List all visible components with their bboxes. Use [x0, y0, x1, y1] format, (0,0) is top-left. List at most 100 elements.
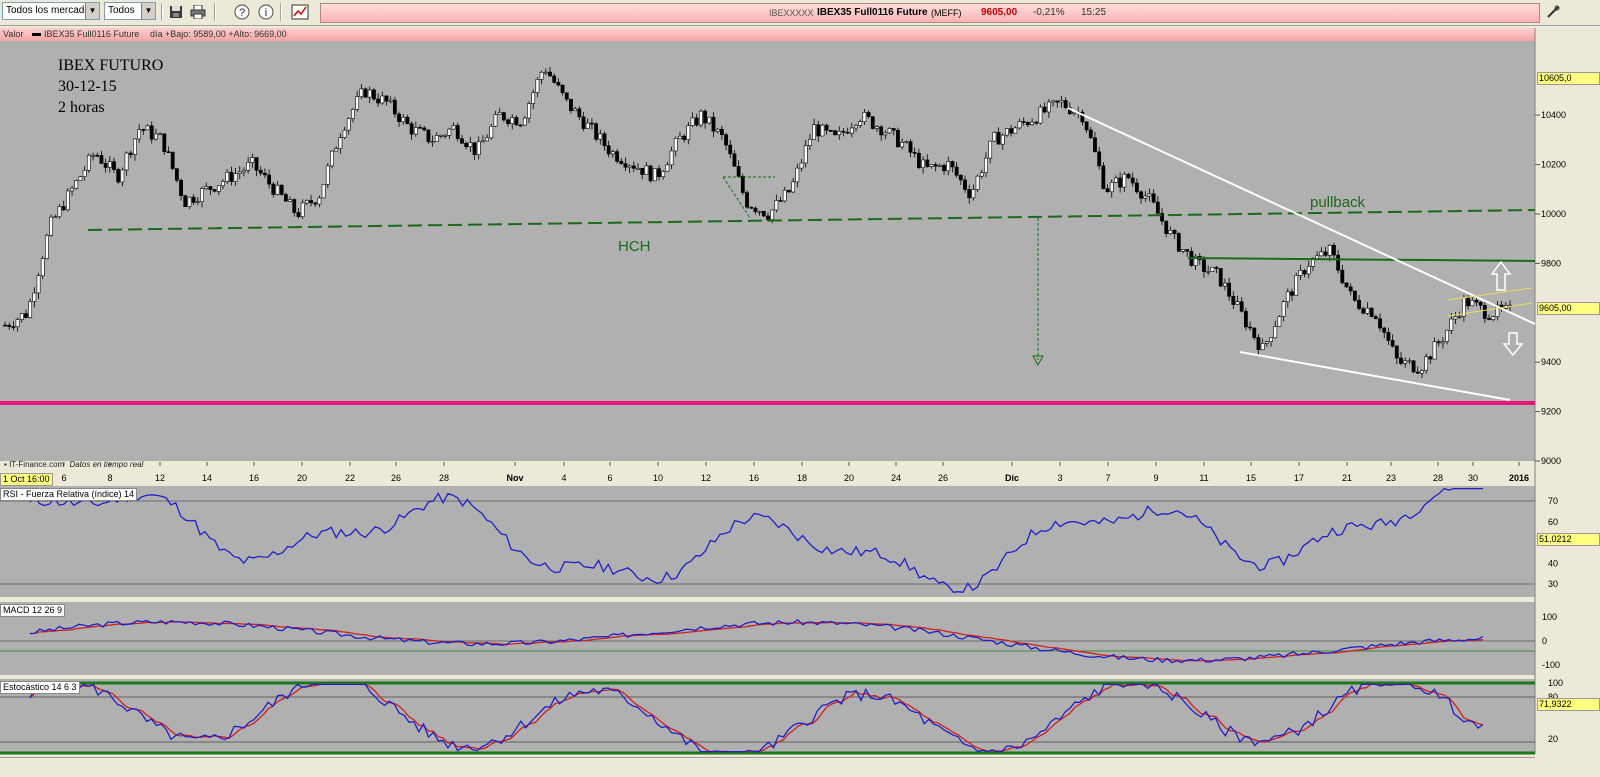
date-tick-label: 20	[844, 473, 854, 483]
candle-body	[1394, 345, 1399, 359]
candle-body	[1445, 329, 1450, 342]
candle-body	[1005, 128, 1009, 136]
macd-pane[interactable]	[0, 602, 1535, 675]
candle-body	[418, 126, 422, 129]
candle-body	[1487, 318, 1491, 320]
candle-body	[1164, 220, 1169, 235]
price-pane[interactable]	[0, 41, 1535, 461]
candle-body	[778, 200, 783, 202]
candle-body	[560, 84, 565, 94]
candle-body	[673, 138, 678, 152]
candle-body	[460, 138, 464, 144]
candle-body	[36, 275, 41, 294]
candle-body	[40, 258, 45, 277]
candle-body	[757, 210, 762, 213]
candle-body	[518, 124, 523, 127]
candle-body	[845, 131, 850, 134]
candle-body	[133, 138, 137, 155]
candle-body	[522, 117, 527, 126]
candle-body	[1327, 244, 1332, 256]
candle-body	[1453, 316, 1458, 320]
date-axis	[0, 462, 1535, 473]
candle-body	[1466, 297, 1470, 307]
candle-body	[912, 152, 917, 154]
candle-body	[808, 139, 812, 146]
rsi-pane[interactable]	[0, 486, 1535, 597]
candle-body	[539, 71, 544, 80]
candle-body	[984, 157, 988, 173]
candle-body	[1340, 269, 1345, 284]
candle-body	[49, 216, 54, 236]
candle-body	[112, 161, 116, 170]
candle-body	[128, 152, 133, 155]
candle-body	[1055, 100, 1060, 103]
candle-body	[921, 159, 925, 168]
candle-body	[795, 167, 800, 183]
candle-body	[1478, 301, 1483, 306]
candle-body	[292, 199, 297, 213]
candle-body	[392, 99, 397, 115]
candle-body	[430, 141, 435, 143]
candle-body	[489, 125, 494, 139]
candle-body	[707, 116, 712, 124]
candle-body	[904, 141, 909, 143]
date-tick-label: 30	[1468, 473, 1478, 483]
candle-body	[384, 95, 389, 102]
candle-body	[761, 210, 766, 217]
candle-body	[581, 116, 586, 129]
candle-body	[149, 125, 154, 140]
candle-body	[602, 133, 607, 147]
date-tick-label: 9	[1153, 473, 1158, 483]
date-tick-label: 26	[391, 473, 401, 483]
candle-body	[212, 189, 217, 192]
candle-body	[1030, 121, 1034, 126]
candle-body	[1084, 121, 1089, 131]
rsi-tick-label: 40	[1548, 558, 1558, 568]
chart-canvas[interactable]: 1040010200100009800940092009000 6 8 12 14 16…	[0, 0, 1600, 777]
candle-body	[699, 110, 703, 126]
candle-body	[715, 128, 720, 132]
candle-body	[636, 168, 640, 170]
horizontal-scrollbar[interactable]	[0, 757, 1535, 777]
date-tick-label: 14	[202, 473, 212, 483]
candle-body	[1097, 151, 1102, 167]
candle-body	[1432, 341, 1437, 360]
stoch-label[interactable]: Estocástico 14 6 3	[0, 681, 80, 694]
candle-body	[485, 137, 490, 142]
date-tick-label: 26	[938, 473, 948, 483]
candle-body	[11, 326, 16, 328]
candle-body	[3, 324, 7, 327]
candle-body	[594, 123, 599, 140]
candle-body	[103, 163, 108, 168]
candle-body	[200, 188, 204, 202]
date-tick-label: 7	[1105, 473, 1110, 483]
candle-body	[543, 71, 548, 74]
candle-body	[455, 125, 460, 140]
candle-body	[91, 154, 95, 157]
candle-body	[216, 185, 221, 192]
candle-body	[724, 134, 728, 146]
candle-body	[946, 161, 951, 172]
candle-body	[1181, 249, 1185, 252]
candle-body	[1038, 106, 1043, 124]
date-start-tag: 1 Oct 16:00	[0, 473, 53, 486]
candle-body	[1109, 182, 1114, 193]
candle-body	[833, 130, 837, 136]
candle-body	[1399, 357, 1403, 364]
candle-body	[1357, 299, 1361, 309]
candle-body	[728, 144, 733, 155]
candle-body	[1424, 356, 1429, 371]
candle-body	[158, 133, 163, 136]
date-tick-label: 21	[1342, 473, 1352, 483]
candle-body	[564, 92, 569, 100]
annotation-title-1: IBEX FUTURO	[58, 57, 164, 74]
candle-body	[242, 169, 246, 173]
rsi-label[interactable]: RSI - Fuerza Relativa (índice) 14	[0, 488, 138, 501]
candle-body	[1130, 177, 1135, 184]
candle-body	[1285, 291, 1290, 302]
candle-body	[1378, 318, 1382, 329]
candle-body	[1474, 299, 1479, 303]
macd-label[interactable]: MACD 12 26 9	[0, 604, 66, 617]
candle-body	[1231, 296, 1236, 305]
candle-body	[346, 118, 351, 131]
